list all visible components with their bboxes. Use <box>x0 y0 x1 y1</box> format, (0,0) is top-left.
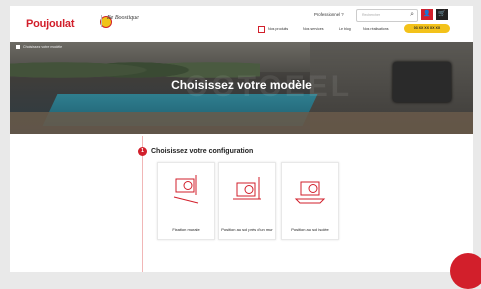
step-number-badge: 1 <box>138 147 147 156</box>
menu-icon[interactable] <box>258 26 265 33</box>
option-card-floor-isolated[interactable]: Position au sol isolée <box>281 162 339 240</box>
hero-deck <box>10 112 473 134</box>
nav-item-products[interactable]: Nos produits <box>268 27 288 31</box>
chat-bubble-button[interactable] <box>450 253 481 289</box>
floor-isolated-icon <box>294 181 326 204</box>
phone-button[interactable]: 03 XX XX XX XX <box>404 24 450 33</box>
search-input[interactable]: Rechercher ⌕ <box>356 9 418 22</box>
nav-item-blog[interactable]: Le blog <box>339 27 351 31</box>
nav-item-realisations[interactable]: Nos réalisations <box>363 27 389 31</box>
cart-button[interactable]: 🛒 <box>436 9 448 20</box>
site-header: Poujoulat Be Boostique Professionnel ? R… <box>10 6 473 42</box>
user-icon: 👤 <box>423 11 431 17</box>
brand-subtitle: Be Boostique <box>107 15 139 21</box>
hero-title: Choisissez votre modèle <box>171 78 312 92</box>
logo-separator <box>101 15 102 27</box>
logo-text: Poujoulat <box>26 18 75 30</box>
option-card-wall-mount[interactable]: Fixation murale <box>157 162 215 240</box>
option-label: Position au sol isolée <box>291 227 329 232</box>
home-icon[interactable] <box>16 45 20 50</box>
page-frame: Poujoulat Be Boostique Professionnel ? R… <box>10 6 473 272</box>
nav-item-services[interactable]: Nos services <box>303 27 324 31</box>
breadcrumb: Choisissez votre modèle <box>16 45 63 50</box>
step-timeline <box>142 136 143 272</box>
config-section-title: Choisissez votre configuration <box>151 148 254 155</box>
logo[interactable]: Poujoulat <box>26 14 112 32</box>
user-account-button[interactable]: 👤 <box>421 9 433 20</box>
floor-near-wall-icon <box>233 177 261 200</box>
option-card-floor-near-wall[interactable]: Position au sol près d'un mur <box>218 162 276 240</box>
option-label: Fixation murale <box>172 227 200 232</box>
cart-icon: 🛒 <box>438 11 446 17</box>
wall-mount-icon <box>173 175 199 204</box>
search-placeholder: Rechercher <box>362 13 381 17</box>
hero-banner: Choisissez votre modèle OOTOEEL Choisiss… <box>10 42 473 134</box>
search-icon[interactable]: ⌕ <box>410 11 414 19</box>
option-label: Position au sol près d'un mur <box>221 227 273 232</box>
pro-account-link[interactable]: Professionnel ? <box>314 12 344 17</box>
breadcrumb-current: Choisissez votre modèle <box>23 45 63 49</box>
